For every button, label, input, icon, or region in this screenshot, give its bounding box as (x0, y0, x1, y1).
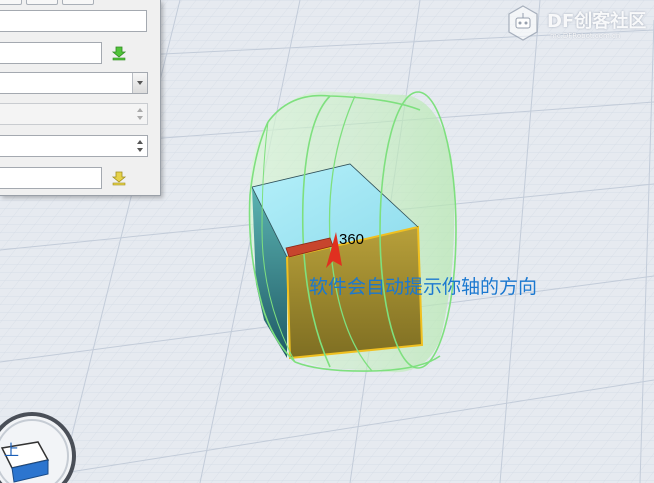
value-stepper[interactable] (0, 135, 148, 157)
panel-tab[interactable] (26, 0, 58, 5)
watermark-url: mc.DFRobot.com.cn (550, 32, 621, 40)
panel-tab[interactable] (62, 0, 94, 5)
axis-hint-annotation: 软件会自动提示你轴的方向 (309, 276, 538, 298)
watermark-brand: DF创客社区 (547, 7, 646, 33)
watermark-brand-name: 创客社区 (574, 11, 647, 32)
spinner-arrows-icon[interactable] (134, 137, 146, 155)
view-cube-face-label[interactable]: 上 (4, 439, 19, 460)
watermark-brand-prefix: DF (547, 11, 575, 32)
chevron-down-icon[interactable] (132, 73, 147, 93)
dimension-value-label[interactable]: 360 (339, 231, 364, 248)
download-arrow-yellow-icon[interactable] (111, 170, 127, 186)
dfrobot-watermark-logo: DF创客社区 mc.DFRobot.com.cn (505, 4, 651, 44)
property-panel (0, 0, 161, 196)
robot-logo-icon (508, 5, 538, 41)
name-field[interactable] (0, 10, 147, 32)
angle-stepper (0, 103, 148, 125)
panel-tab[interactable] (0, 0, 22, 5)
select-entity-field[interactable] (0, 42, 102, 64)
panel-tab-strip (0, 0, 160, 5)
download-arrow-green-icon[interactable] (111, 45, 127, 61)
type-dropdown[interactable] (0, 72, 148, 94)
3d-viewport[interactable]: 软件会自动提示你轴的方向 360 DF创客社区 mc.DFRobot.com.c… (0, 0, 654, 483)
spinner-arrows-icon (134, 105, 146, 123)
axis-select-field[interactable] (0, 167, 102, 189)
